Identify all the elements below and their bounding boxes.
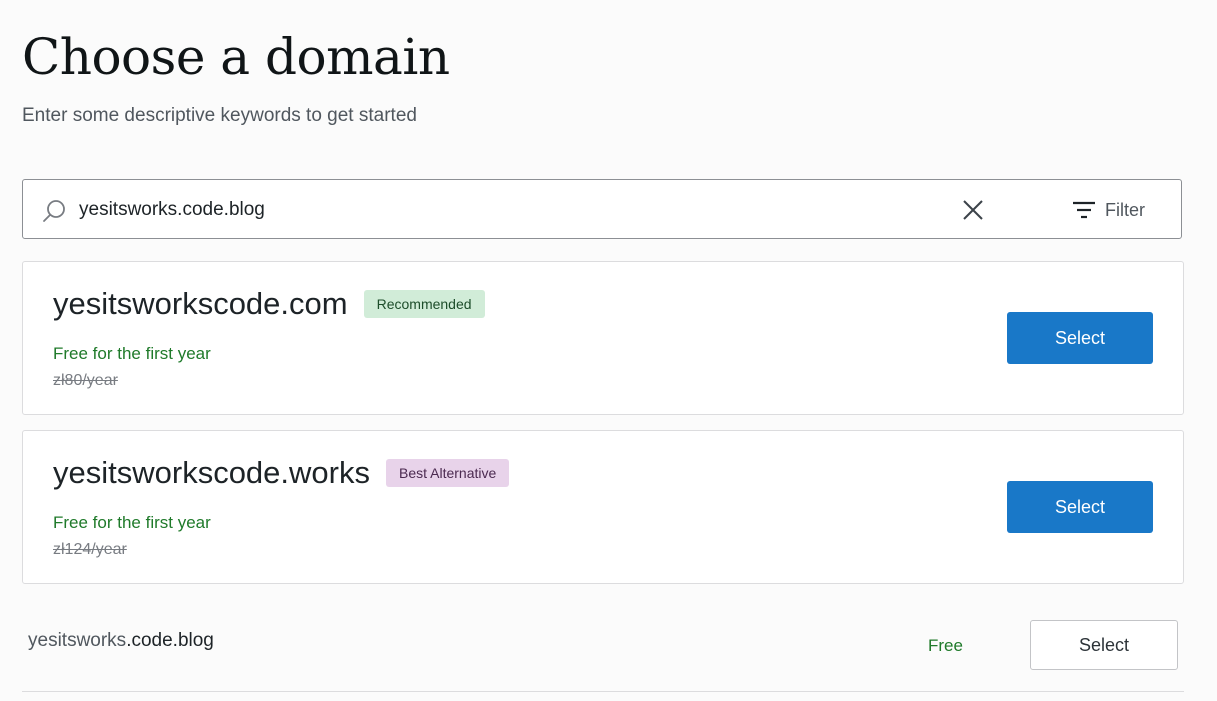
select-button[interactable]: Select [1007,312,1153,364]
recommended-badge: Recommended [363,290,485,318]
domain-search-input[interactable] [79,194,939,226]
select-button[interactable]: Select [1007,481,1153,533]
promo-text: Free for the first year [53,513,211,532]
domain-title-row: yesitsworkscode.com Recommended [53,284,485,324]
original-price: zł80/year [53,372,118,389]
close-icon[interactable] [959,196,987,224]
free-price-label: Free [928,636,963,655]
promo-text: Free for the first year [53,344,211,363]
filter-button[interactable]: Filter [1071,196,1145,224]
filter-icon [1073,201,1095,219]
domain-picker-page: Choose a domain Enter some descriptive k… [0,0,1217,701]
page-title: Choose a domain [22,28,450,86]
domain-suffix: .code.blog [126,630,214,651]
page-subtitle: Enter some descriptive keywords to get s… [22,105,417,126]
select-button[interactable]: Select [1030,620,1178,670]
original-price: zł124/year [53,541,127,558]
domain-name: yesitsworkscode.works [53,455,370,490]
best-alternative-badge: Best Alternative [385,459,510,487]
domain-suggestion-card: yesitsworkscode.works Best Alternative F… [22,430,1184,584]
filter-label: Filter [1105,199,1145,220]
domain-search-bar: Filter [22,179,1182,239]
domain-base: yesitsworks [28,630,127,651]
free-domain-row: yesitsworks.code.blog Free Select [22,608,1184,692]
domain-title-row: yesitsworkscode.works Best Alternative [53,453,510,493]
domain-name: yesitsworkscode.com [53,286,348,321]
search-icon [43,200,65,222]
free-domain-name: yesitsworks.code.blog [28,630,214,652]
domain-suggestion-card: yesitsworkscode.com Recommended Free for… [22,261,1184,415]
